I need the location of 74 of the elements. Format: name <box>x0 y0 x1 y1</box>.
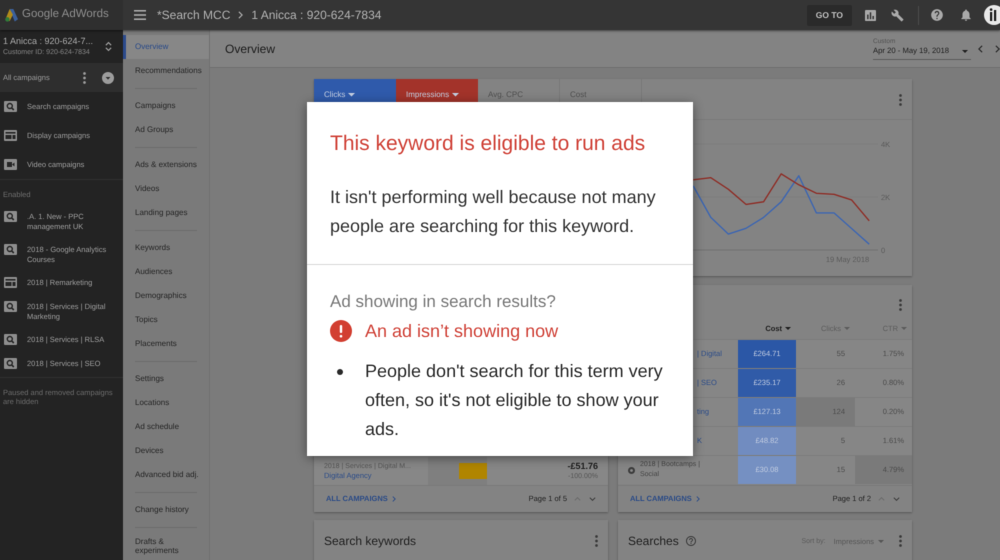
breadcrumb-item[interactable]: 1 Anicca : 920-624-7834 <box>251 6 382 24</box>
caret-icon <box>962 50 968 52</box>
search-icon <box>4 100 17 112</box>
nav-item[interactable]: Drafts & experiments <box>123 532 209 560</box>
more-options-icon[interactable] <box>83 72 86 84</box>
nav-item[interactable]: Ad Groups <box>123 118 209 142</box>
nav-item[interactable]: Settings <box>123 366 209 391</box>
caret-icon <box>844 327 850 330</box>
more-options-icon[interactable] <box>595 535 598 547</box>
display-icon <box>4 130 17 140</box>
avatar-icon[interactable] <box>984 5 1000 25</box>
menu-icon[interactable] <box>134 10 146 20</box>
notifications-icon[interactable] <box>959 8 973 22</box>
caret-icon <box>348 93 356 97</box>
nav-item[interactable]: Change history <box>123 498 209 522</box>
nav-item[interactable]: Locations <box>123 390 209 415</box>
nav-item[interactable]: Placements <box>123 332 209 356</box>
page-title: Overview <box>225 40 276 58</box>
chevron-down-icon[interactable] <box>893 497 900 501</box>
more-options-icon[interactable] <box>899 94 902 106</box>
wrench-icon[interactable] <box>891 8 904 22</box>
popup-title: This keyword is eligible to run ads <box>330 132 646 156</box>
nav-item[interactable]: Keywords <box>123 236 209 260</box>
help-icon[interactable] <box>684 535 697 547</box>
account-name: 1 Anicca : 920-624-7... <box>3 36 94 47</box>
chevron-left-icon[interactable] <box>978 44 983 52</box>
caret-icon <box>785 327 791 330</box>
chevron-down-icon[interactable] <box>589 497 596 501</box>
nav-item[interactable]: Overview <box>123 35 209 59</box>
dropdown-icon[interactable] <box>102 72 114 84</box>
search-icon <box>4 358 17 369</box>
caret-icon <box>452 93 460 97</box>
nav-item[interactable]: Campaigns <box>123 94 209 118</box>
more-options-icon[interactable] <box>899 535 902 547</box>
search-icon <box>4 211 17 222</box>
nav-item[interactable]: Devices <box>123 438 209 463</box>
go-to-button[interactable]: GO TO <box>806 4 852 26</box>
product-name: Google AdWords <box>22 7 109 22</box>
chevron-right-icon <box>696 496 700 502</box>
logo-icon <box>5 8 18 22</box>
nav-item[interactable]: Advanced bid adj. <box>123 462 209 487</box>
help-icon[interactable] <box>930 8 944 22</box>
nav-item[interactable]: Topics <box>123 308 209 332</box>
breadcrumb-item[interactable]: *Search MCC <box>157 6 230 24</box>
chevron-right-icon <box>238 11 244 19</box>
change-value: -£51.76 <box>567 461 598 472</box>
search-icon <box>4 334 17 345</box>
more-options-icon[interactable] <box>899 299 902 311</box>
caret-icon <box>878 540 884 544</box>
bullet-icon <box>337 369 343 375</box>
nav-item[interactable]: Ads & extensions <box>123 152 209 177</box>
nav-item[interactable]: Ad schedule <box>123 414 209 439</box>
card-title: Searches <box>628 534 679 548</box>
nav-item[interactable]: Videos <box>123 176 209 201</box>
status-text: An ad isn’t showing now <box>365 320 558 342</box>
reason-text: People don't search for this term very often, so it's not eligible to show your ads. <box>365 360 664 441</box>
nav-item[interactable]: Demographics <box>123 284 209 308</box>
unfold-icon[interactable] <box>105 41 112 52</box>
status-question: Ad showing in search results? <box>330 292 557 312</box>
search-icon <box>4 244 17 255</box>
error-icon <box>330 320 352 342</box>
nav-item[interactable]: Landing pages <box>123 200 209 225</box>
popup-message: It isn't performing well because not many people are searching for this keyword. <box>330 186 657 238</box>
card-title: Search keywords <box>324 534 416 548</box>
nav-item[interactable]: Audiences <box>123 260 209 284</box>
search-icon <box>4 301 17 312</box>
caret-icon <box>901 327 907 330</box>
video-camera-icon <box>4 158 17 170</box>
chevron-right-icon <box>392 496 396 502</box>
chevron-right-icon[interactable] <box>995 44 1000 52</box>
status-icon <box>628 466 635 474</box>
nav-item[interactable]: Recommendations <box>123 59 209 83</box>
display-icon <box>4 277 17 288</box>
bar-chart-icon[interactable] <box>865 10 876 20</box>
